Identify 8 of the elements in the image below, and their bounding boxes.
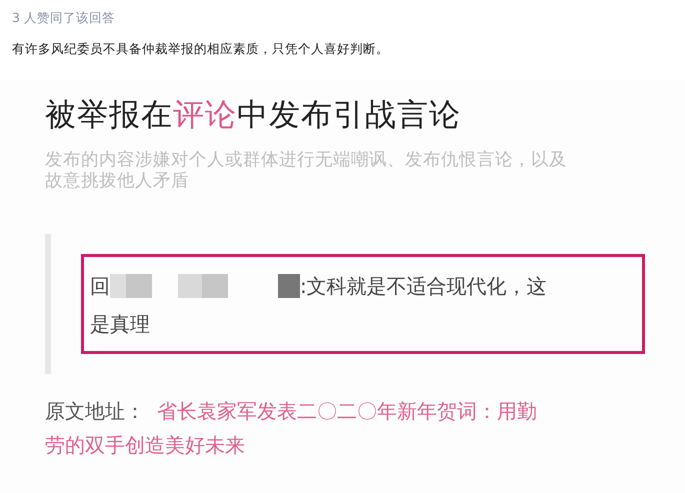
report-description: 发布的内容涉嫌对个人或群体进行无端嘲讽、发布仇恨言论，以及故意挑拨他人矛盾: [45, 150, 568, 192]
report-title: 被举报在评论中发布引战言论: [45, 96, 462, 135]
reply-text: :文科就是不适合现代化，这: [300, 273, 547, 300]
answer-text: 有许多风纪委员不具备仲裁举报的相应素质，只凭个人喜好判断。: [12, 41, 390, 58]
vote-count[interactable]: 3 人赞同了该回答: [12, 10, 673, 27]
source-line: 原文地址： 省长袁家军发表二〇二〇年新年贺词：用勤劳的双手创造美好未来: [45, 398, 538, 459]
reply-text: 是真理: [90, 311, 150, 338]
reply-prefix: 回: [90, 273, 110, 300]
